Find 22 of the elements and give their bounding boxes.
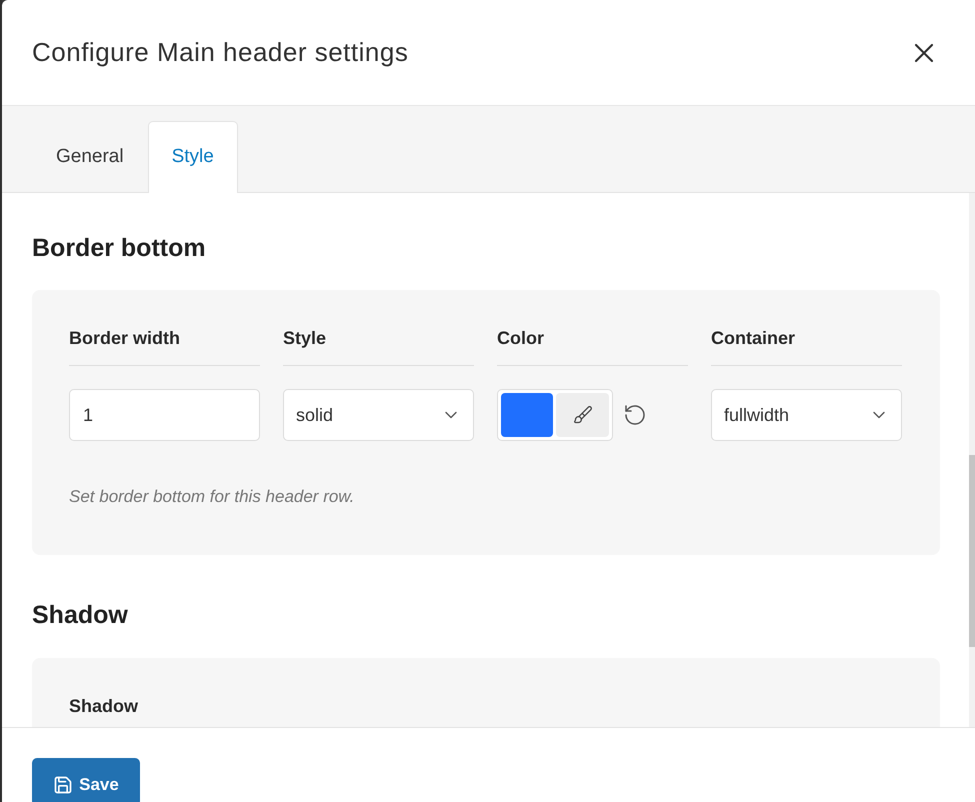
save-icon [53, 775, 74, 795]
section-heading: Shadow [32, 600, 128, 631]
color-picker[interactable] [497, 389, 613, 441]
dropdown-select[interactable]: solid [283, 389, 474, 441]
section-heading: Border bottom [32, 233, 206, 264]
help-text: Set border bottom for this header row. [69, 486, 354, 508]
tab[interactable]: Style [148, 121, 238, 193]
number-input[interactable]: 1 [69, 389, 260, 441]
field-label: Shadow [69, 695, 138, 718]
color-swatch-icon[interactable] [501, 393, 553, 437]
brush-icon [572, 405, 592, 425]
field-label: Container [711, 327, 796, 350]
dropdown-select[interactable]: fullwidth [711, 389, 902, 441]
field-label: Color [497, 327, 544, 350]
brush-button[interactable] [556, 393, 609, 437]
dialog-title: Configure Main header settings [32, 36, 408, 69]
tab[interactable]: General [32, 121, 148, 193]
reset-icon[interactable] [623, 403, 647, 427]
save-button[interactable]: Save [32, 758, 140, 802]
scrollbar-thumb[interactable] [969, 455, 975, 647]
field-label: Border width [69, 327, 180, 350]
field-label: Style [283, 327, 326, 350]
